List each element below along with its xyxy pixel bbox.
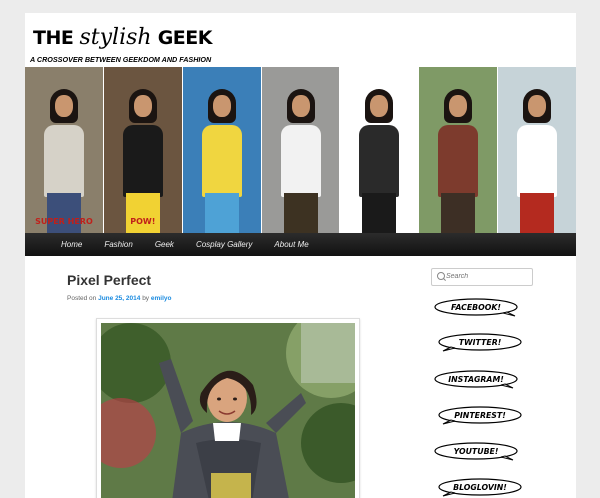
youtube-button[interactable]: YOUTUBE! xyxy=(433,442,519,461)
nav-item-about-me[interactable]: About Me xyxy=(274,240,308,249)
site-tagline: A CROSSOVER BETWEEN GEEKDOM AND FASHION xyxy=(30,55,212,64)
twitter-button[interactable]: TWITTER! xyxy=(437,333,523,352)
post-meta-posted-on: Posted on xyxy=(67,295,97,302)
figure-head xyxy=(212,95,231,117)
bloglovin-button[interactable]: BLOGLOVIN! xyxy=(437,478,523,497)
figure-torso xyxy=(517,125,558,197)
figure-legs xyxy=(125,193,160,233)
figure-torso xyxy=(359,125,400,197)
search-input[interactable] xyxy=(446,270,526,282)
figure-torso xyxy=(43,125,84,197)
page: THE stylish GEEK A CROSSOVER BETWEEN GEE… xyxy=(25,13,576,498)
nav-item-fashion[interactable]: Fashion xyxy=(104,240,132,249)
main-navigation: Home Fashion Geek Cosplay Gallery About … xyxy=(25,233,576,256)
twitter-label: TWITTER! xyxy=(458,338,502,347)
bloglovin-label: BLOGLOVIN! xyxy=(453,483,507,492)
banner-shirt-text: POW! xyxy=(130,217,156,226)
pinterest-label: PINTEREST! xyxy=(454,411,506,420)
main-content: Pixel Perfect Posted on June 25, 2014 by… xyxy=(25,256,576,498)
post-photo[interactable] xyxy=(101,323,355,498)
post-date-link[interactable]: June 25, 2014 xyxy=(98,295,140,302)
figure-head xyxy=(370,95,389,117)
banner-panel xyxy=(419,67,499,233)
banner-shirt-text: SUPER HERO xyxy=(35,217,93,226)
figure-legs xyxy=(520,193,555,233)
site-title[interactable]: THE stylish GEEK xyxy=(33,25,212,50)
figure-torso xyxy=(438,125,479,197)
post-meta: Posted on June 25, 2014 by emilyo xyxy=(67,295,171,302)
instagram-button[interactable]: INSTAGRAM! xyxy=(433,370,519,389)
figure-head xyxy=(133,95,152,117)
site-title-geek: GEEK xyxy=(157,27,213,49)
youtube-label: YOUTUBE! xyxy=(453,447,499,456)
figure-head xyxy=(449,95,468,117)
facebook-button[interactable]: FACEBOOK! xyxy=(433,298,519,317)
search-box[interactable] xyxy=(431,268,533,286)
post-meta-by: by xyxy=(142,295,150,302)
site-title-the: THE xyxy=(33,27,74,49)
figure-torso xyxy=(201,125,242,197)
figure-legs xyxy=(283,193,318,233)
post-photo-art xyxy=(101,323,355,498)
figure-head xyxy=(528,95,547,117)
post-image-frame xyxy=(96,318,360,498)
search-icon xyxy=(437,272,445,280)
pinterest-button[interactable]: PINTEREST! xyxy=(437,406,523,425)
figure-legs xyxy=(441,193,476,233)
nav-item-home[interactable]: Home xyxy=(61,240,82,249)
post-title[interactable]: Pixel Perfect xyxy=(67,272,151,288)
figure-legs xyxy=(362,193,397,233)
banner-panel: POW! xyxy=(103,67,183,233)
facebook-label: FACEBOOK! xyxy=(451,303,501,312)
post-author-link[interactable]: emilyo xyxy=(151,295,172,302)
site-title-script: stylish xyxy=(79,25,152,50)
figure-torso xyxy=(280,125,321,197)
site-header: THE stylish GEEK A CROSSOVER BETWEEN GEE… xyxy=(25,13,576,67)
nav-item-cosplay-gallery[interactable]: Cosplay Gallery xyxy=(196,240,252,249)
banner-panel xyxy=(261,67,341,233)
figure-head xyxy=(291,95,310,117)
banner-panel: SUPER HERO xyxy=(25,67,104,233)
header-banner-image[interactable]: SUPER HERO POW! xyxy=(25,67,576,233)
figure-head xyxy=(54,95,73,117)
figure-legs xyxy=(46,193,81,233)
nav-item-geek[interactable]: Geek xyxy=(155,240,174,249)
figure-legs xyxy=(204,193,239,233)
figure-torso xyxy=(122,125,163,197)
banner-panel xyxy=(340,67,420,233)
instagram-label: INSTAGRAM! xyxy=(448,375,504,384)
banner-panel xyxy=(182,67,262,233)
banner-panel xyxy=(498,67,576,233)
